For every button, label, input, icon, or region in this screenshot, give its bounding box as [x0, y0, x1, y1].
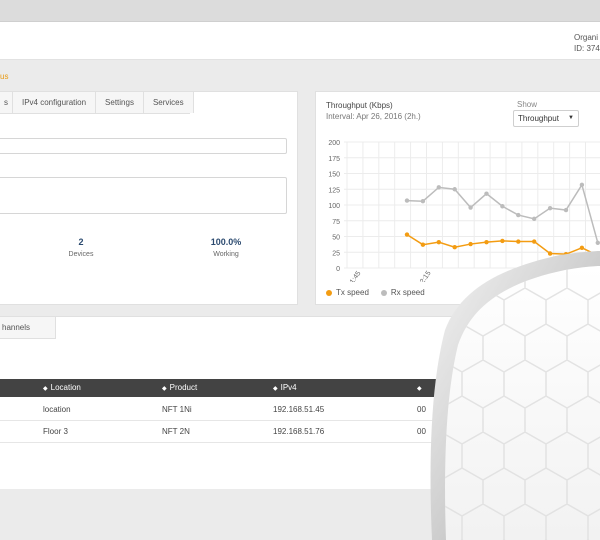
- device-illustration: [430, 251, 600, 540]
